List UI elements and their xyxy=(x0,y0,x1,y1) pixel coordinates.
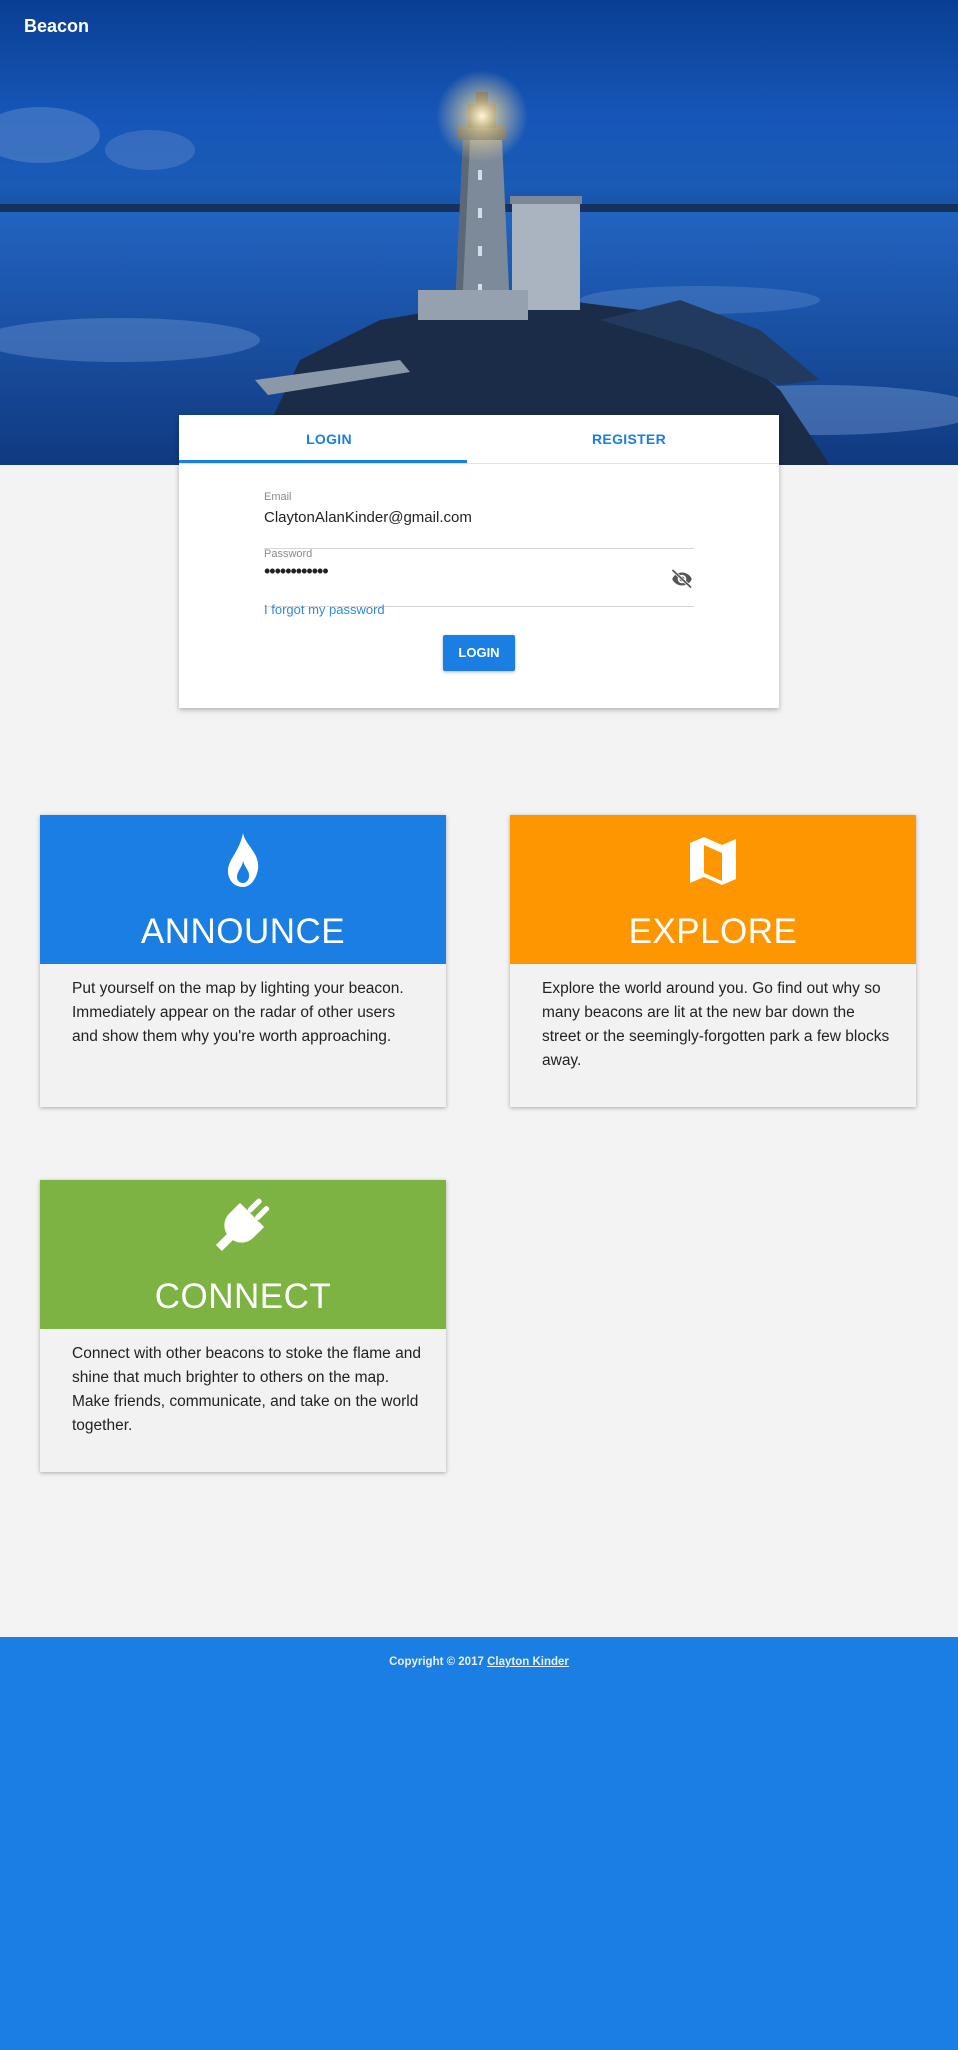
tab-login[interactable]: LOGIN xyxy=(179,415,479,463)
email-value[interactable]: ClaytonAlanKinder@gmail.com xyxy=(264,509,472,526)
login-button[interactable]: LOGIN xyxy=(443,635,515,671)
feature-title: EXPLORE xyxy=(628,912,798,951)
email-field[interactable]: Email ClaytonAlanKinder@gmail.com xyxy=(264,491,694,549)
auth-tabs: LOGIN REGISTER xyxy=(179,415,779,464)
password-label: Password xyxy=(264,548,313,560)
feature-card-connect: CONNECT Connect with other beacons to st… xyxy=(40,1180,446,1472)
brand-logo[interactable]: Beacon xyxy=(24,16,89,37)
password-field[interactable]: Password •••••••••••• xyxy=(264,548,694,607)
footer-copyright: Copyright © 2017 Clayton Kinder xyxy=(0,1656,958,1668)
email-label: Email xyxy=(264,491,292,503)
feature-card-explore: EXPLORE Explore the world around you. Go… xyxy=(510,815,916,1107)
feature-title: ANNOUNCE xyxy=(140,912,346,951)
visibility-off-icon[interactable] xyxy=(670,566,694,590)
footer: Copyright © 2017 Clayton Kinder xyxy=(0,1637,958,2050)
auth-card: LOGIN REGISTER Email ClaytonAlanKinder@g… xyxy=(179,415,779,708)
plug-icon xyxy=(215,1198,270,1252)
tab-register[interactable]: REGISTER xyxy=(479,415,779,463)
active-tab-indicator xyxy=(179,460,467,463)
flame-icon xyxy=(228,833,259,887)
password-value[interactable]: •••••••••••• xyxy=(264,561,329,582)
feature-header: EXPLORE xyxy=(510,815,916,964)
copyright-text: Copyright © 2017 xyxy=(389,1656,484,1668)
hero-banner: Beacon xyxy=(0,0,958,465)
feature-card-announce: ANNOUNCE Put yourself on the map by ligh… xyxy=(40,815,446,1107)
feature-description: Put yourself on the map by lighting your… xyxy=(72,980,404,1045)
map-icon xyxy=(690,837,736,885)
feature-header: ANNOUNCE xyxy=(40,815,446,964)
forgot-password-link[interactable]: I forgot my password xyxy=(264,602,385,617)
lighthouse-image xyxy=(0,70,958,465)
feature-description: Explore the world around you. Go find ou… xyxy=(542,980,890,1069)
feature-title: CONNECT xyxy=(154,1277,332,1316)
feature-description: Connect with other beacons to stoke the … xyxy=(72,1345,421,1434)
feature-header: CONNECT xyxy=(40,1180,446,1329)
author-link[interactable]: Clayton Kinder xyxy=(487,1656,569,1668)
